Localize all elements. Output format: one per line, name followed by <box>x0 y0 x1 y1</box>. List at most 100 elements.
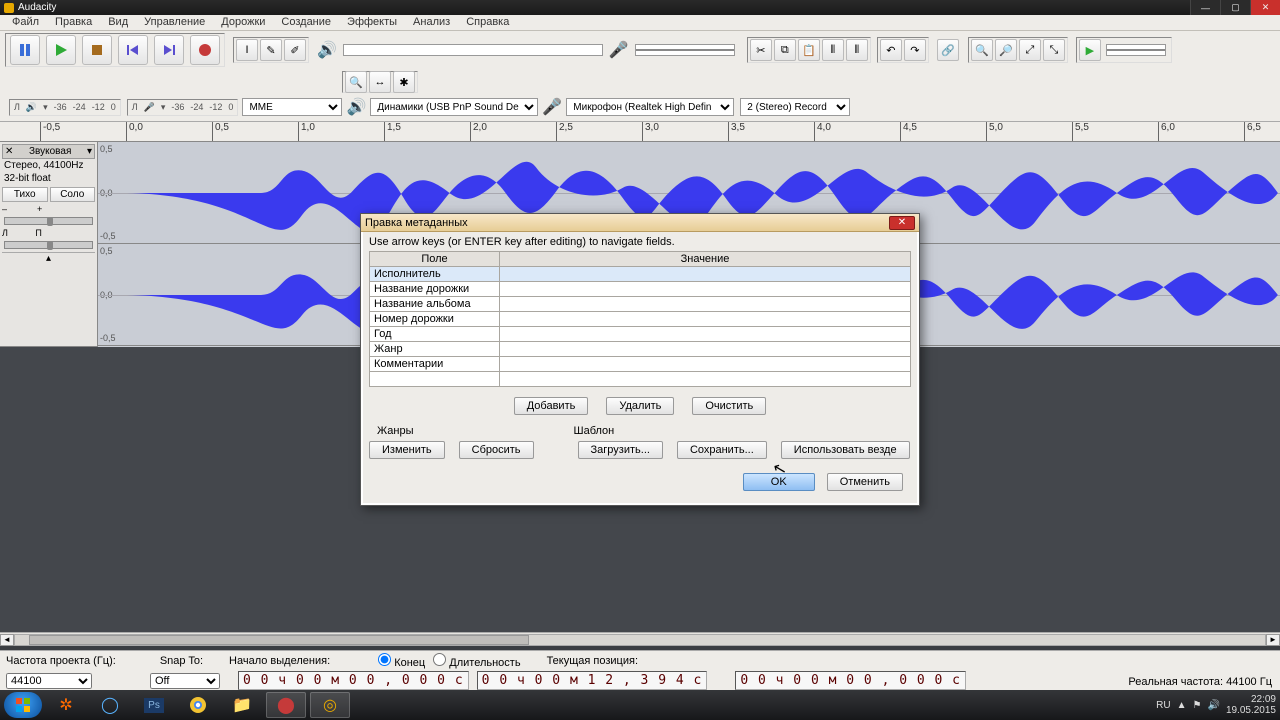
zoom-tool[interactable]: 🔍 <box>345 71 367 93</box>
metadata-table[interactable]: ПолеЗначение Исполнитель Название дорожк… <box>369 251 911 387</box>
task-explorer[interactable]: 📁 <box>222 692 262 718</box>
edit-toolbar: ✂ ⧉ 📋 ⦀ ⦀ <box>747 37 871 63</box>
undo-button[interactable]: ↶ <box>880 39 902 61</box>
collapse-button[interactable]: ▴ <box>2 252 95 264</box>
menu-effects[interactable]: Эффекты <box>339 15 405 30</box>
task-chrome[interactable] <box>178 692 218 718</box>
multi-tool[interactable]: ✱ <box>393 71 415 93</box>
undo-toolbar: ↶ ↷ <box>877 37 929 63</box>
scroll-right-button[interactable]: ► <box>1266 634 1280 646</box>
paste-button[interactable]: 📋 <box>798 39 820 61</box>
add-button[interactable]: Добавить <box>514 397 589 415</box>
skip-start-button[interactable] <box>118 35 148 65</box>
silence-button[interactable]: ⦀ <box>846 39 868 61</box>
menu-tracks[interactable]: Дорожки <box>213 15 273 30</box>
copy-button[interactable]: ⧉ <box>774 39 796 61</box>
task-audacity[interactable]: ◎ <box>310 692 350 718</box>
record-channels-select[interactable]: 2 (Stereo) Record <box>740 98 850 116</box>
load-template-button[interactable]: Загрузить... <box>578 441 663 459</box>
speaker-icon: 🔊 <box>26 102 37 113</box>
close-button[interactable]: ✕ <box>1250 0 1280 15</box>
menu-view[interactable]: Вид <box>100 15 136 30</box>
tray-flag-icon: ▲ <box>1177 700 1187 711</box>
playback-meter-slider[interactable] <box>343 44 603 56</box>
current-pos-time[interactable]: 0 0 ч 0 0 м 0 0 , 0 0 0 с <box>735 671 966 690</box>
sync-lock-button[interactable]: 🔗 <box>937 39 959 61</box>
tools-toolbar: I ✎ ✐ <box>233 37 309 63</box>
rec-mic-icon: 🎤 <box>609 40 629 60</box>
skip-end-button[interactable] <box>154 35 184 65</box>
dialog-titlebar[interactable]: Правка метаданных ✕ <box>361 214 919 232</box>
redo-button[interactable]: ↷ <box>904 39 926 61</box>
windows-taskbar[interactable]: ✲ ◯ Ps 📁 ⬤ ◎ RU ▲ ⚑ 🔊 22:09 19.05.2015 <box>0 690 1280 720</box>
output-device-select[interactable]: Динамики (USB PnP Sound De <box>370 98 538 116</box>
tray-clock[interactable]: 22:09 19.05.2015 <box>1226 694 1276 716</box>
end-radio[interactable] <box>378 653 391 666</box>
dialog-close-button[interactable]: ✕ <box>889 216 915 230</box>
duration-radio[interactable] <box>433 653 446 666</box>
window-title: Audacity <box>18 2 1190 13</box>
real-rate-label: Реальная частота: 44100 Гц <box>1128 676 1272 688</box>
timeshift-tool[interactable]: ↔ <box>369 71 391 93</box>
use-everywhere-button[interactable]: Использовать везде <box>781 441 910 459</box>
scroll-left-button[interactable]: ◄ <box>0 634 14 646</box>
host-select[interactable]: MME <box>242 98 342 116</box>
envelope-tool[interactable]: ✎ <box>260 39 282 61</box>
task-recorder[interactable]: ⬤ <box>266 692 306 718</box>
clear-button[interactable]: Очистить <box>692 397 766 415</box>
menu-generate[interactable]: Создание <box>273 15 339 30</box>
input-device-select[interactable]: Микрофон (Realtek High Defin <box>566 98 734 116</box>
record-button[interactable] <box>190 35 220 65</box>
speed-slider[interactable] <box>1106 44 1166 56</box>
edit-genres-button[interactable]: Изменить <box>369 441 445 459</box>
mute-button[interactable]: Тихо <box>2 187 48 202</box>
fit-project-button[interactable]: ⤡ <box>1043 39 1065 61</box>
menu-transport[interactable]: Управление <box>136 15 213 30</box>
toolbars: I ✎ ✐ 🔊 🎤 ✂ ⧉ 📋 ⦀ ⦀ ↶ ↷ 🔗 🔍 🔎 ⤢ ⤡ ▶ <box>0 31 1280 122</box>
sel-start-time[interactable]: 0 0 ч 0 0 м 0 0 , 0 0 0 с <box>238 671 469 690</box>
trim-button[interactable]: ⦀ <box>822 39 844 61</box>
zoom-toolbar: 🔍 🔎 ⤢ ⤡ <box>968 37 1068 63</box>
delete-button[interactable]: Удалить <box>606 397 674 415</box>
selection-tool[interactable]: I <box>236 39 258 61</box>
menu-help[interactable]: Справка <box>458 15 517 30</box>
cut-button[interactable]: ✂ <box>750 39 772 61</box>
menu-analyze[interactable]: Анализ <box>405 15 458 30</box>
timeline-ruler[interactable]: -0,5 0,0 0,5 1,0 1,5 2,0 2,5 3,0 3,5 4,0… <box>0 122 1280 142</box>
sel-end-time[interactable]: 0 0 ч 0 0 м 1 2 , 3 9 4 с <box>477 671 708 690</box>
task-opera[interactable]: ◯ <box>90 692 130 718</box>
gain-slider[interactable] <box>4 217 93 225</box>
track-control-panel[interactable]: ✕Звуковая▾ Стерео, 44100Hz 32-bit float … <box>0 142 98 347</box>
maximize-button[interactable]: ▢ <box>1220 0 1250 15</box>
system-tray[interactable]: RU ▲ ⚑ 🔊 22:09 19.05.2015 <box>1156 694 1276 716</box>
tray-volume-icon[interactable]: 🔊 <box>1207 700 1219 711</box>
zoom-out-button[interactable]: 🔎 <box>995 39 1017 61</box>
record-meter: Л 🎤 ▾ -36 -24 -12 0 <box>127 99 239 116</box>
menu-edit[interactable]: Правка <box>47 15 100 30</box>
fit-sel-button[interactable]: ⤢ <box>1019 39 1041 61</box>
draw-tool[interactable]: ✐ <box>284 39 306 61</box>
cancel-button[interactable]: Отменить <box>827 473 903 491</box>
play-button[interactable] <box>46 35 76 65</box>
task-xampp[interactable]: ✲ <box>46 692 86 718</box>
start-button[interactable] <box>4 692 42 718</box>
zoom-in-button[interactable]: 🔍 <box>971 39 993 61</box>
snap-to-select[interactable]: Off <box>150 673 220 689</box>
horizontal-scrollbar[interactable]: ◄ ► <box>0 632 1280 646</box>
project-rate-select[interactable]: 44100 <box>6 673 92 689</box>
stop-button[interactable] <box>82 35 112 65</box>
menu-file[interactable]: Файл <box>4 15 47 30</box>
pan-slider[interactable] <box>4 241 93 249</box>
solo-button[interactable]: Соло <box>50 187 96 202</box>
minimize-button[interactable]: — <box>1190 0 1220 15</box>
task-photoshop[interactable]: Ps <box>134 692 174 718</box>
record-meter-slider[interactable] <box>635 44 735 56</box>
menu-bar: Файл Правка Вид Управление Дорожки Созда… <box>0 15 1280 31</box>
play-at-speed-button[interactable]: ▶ <box>1079 39 1101 61</box>
tray-lang[interactable]: RU <box>1156 700 1170 711</box>
ok-button[interactable]: OK <box>743 473 815 491</box>
pause-button[interactable] <box>10 35 40 65</box>
reset-genres-button[interactable]: Сбросить <box>459 441 534 459</box>
metadata-dialog: Правка метаданных ✕ Use arrow keys (or E… <box>360 213 920 506</box>
save-template-button[interactable]: Сохранить... <box>677 441 767 459</box>
